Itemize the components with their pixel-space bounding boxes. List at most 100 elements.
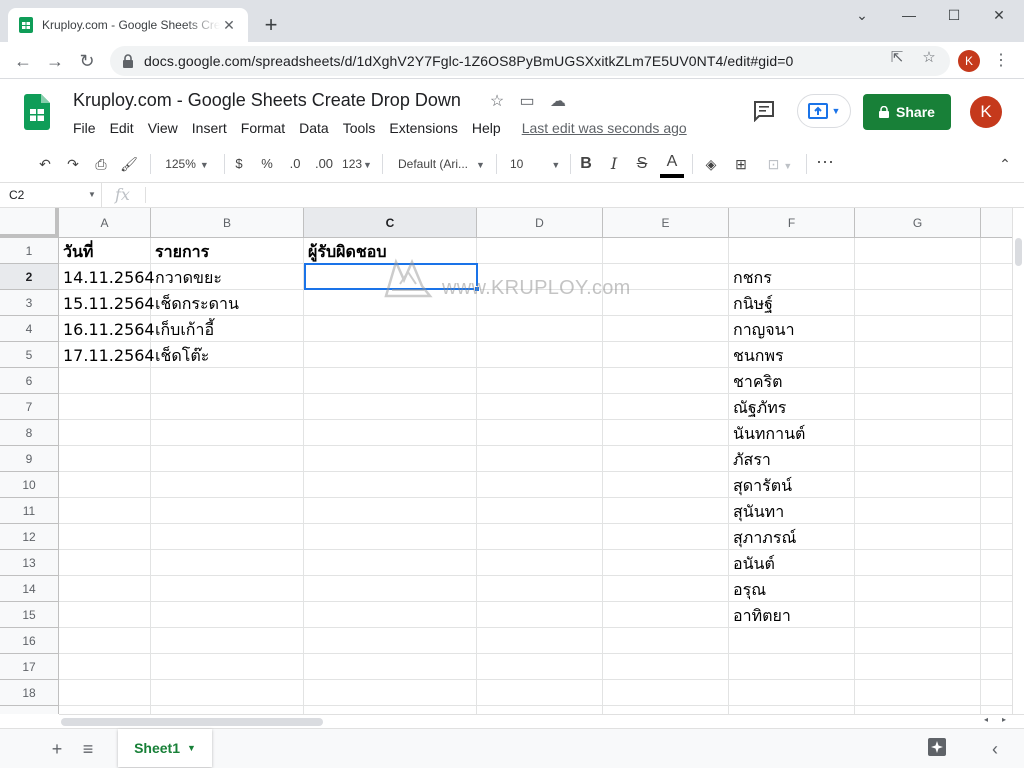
menu-edit[interactable]: Edit	[103, 118, 141, 138]
cell-g16[interactable]	[855, 628, 981, 654]
cell-a19[interactable]	[59, 706, 151, 714]
row-header-9[interactable]: 9	[0, 446, 59, 472]
column-header-b[interactable]: B	[151, 208, 304, 238]
cell-b11[interactable]	[151, 498, 304, 524]
document-title[interactable]: Kruploy.com - Google Sheets Create Drop …	[73, 90, 461, 111]
cell-d13[interactable]	[477, 550, 603, 576]
cell-e14[interactable]	[603, 576, 729, 602]
cell-f8[interactable]: นันทกานต์	[729, 420, 855, 446]
last-edit-link[interactable]: Last edit was seconds ago	[515, 118, 694, 138]
format-percent-button[interactable]: %	[258, 152, 276, 176]
print-icon[interactable]: ⎙	[90, 152, 112, 176]
fill-color-icon[interactable]: ◈	[700, 152, 722, 176]
cell-h4[interactable]	[981, 316, 1012, 342]
cell-g19[interactable]	[855, 706, 981, 714]
cell-h1[interactable]	[981, 238, 1012, 264]
cell-b8[interactable]	[151, 420, 304, 446]
cell-h15[interactable]	[981, 602, 1012, 628]
row-header-7[interactable]: 7	[0, 394, 59, 420]
cell-e6[interactable]	[603, 368, 729, 394]
menu-help[interactable]: Help	[465, 118, 508, 138]
scroll-right-icon[interactable]: ▸	[1002, 715, 1006, 724]
cell-a16[interactable]	[59, 628, 151, 654]
cell-b16[interactable]	[151, 628, 304, 654]
row-header-10[interactable]: 10	[0, 472, 59, 498]
cell-f18[interactable]	[729, 680, 855, 706]
cell-b2[interactable]: กวาดขยะ	[151, 264, 304, 290]
row-header-18[interactable]: 18	[0, 680, 59, 706]
cell-f19[interactable]	[729, 706, 855, 714]
menu-data[interactable]: Data	[292, 118, 336, 138]
row-header-2[interactable]: 2	[0, 264, 59, 290]
cell-f5[interactable]: ชนกพร	[729, 342, 855, 368]
cell-d9[interactable]	[477, 446, 603, 472]
explore-icon[interactable]	[925, 737, 949, 761]
cell-a1[interactable]: วันที่	[59, 238, 151, 264]
bold-button[interactable]: B	[576, 152, 596, 176]
cell-c10[interactable]	[304, 472, 477, 498]
cell-h18[interactable]	[981, 680, 1012, 706]
row-header-8[interactable]: 8	[0, 420, 59, 446]
cell-c6[interactable]	[304, 368, 477, 394]
cell-a12[interactable]	[59, 524, 151, 550]
zoom-select[interactable]: 125% ▼	[158, 152, 216, 176]
cell-f1[interactable]	[729, 238, 855, 264]
cell-a4[interactable]: 16.11.2564	[59, 316, 155, 342]
row-header-16[interactable]: 16	[0, 628, 59, 654]
cloud-status-icon[interactable]: ☁	[548, 92, 568, 112]
cell-d5[interactable]	[477, 342, 603, 368]
browser-tab[interactable]: Kruploy.com - Google Sheets Create Drop …	[8, 8, 248, 42]
comment-history-icon[interactable]	[752, 100, 776, 122]
paint-format-icon[interactable]: 🖌	[118, 152, 140, 176]
cell-c19[interactable]	[304, 706, 477, 714]
cell-h19[interactable]	[981, 706, 1012, 714]
cell-h3[interactable]	[981, 290, 1012, 316]
cell-e11[interactable]	[603, 498, 729, 524]
row-header-6[interactable]: 6	[0, 368, 59, 394]
cell-d12[interactable]	[477, 524, 603, 550]
borders-icon[interactable]: ⊞	[730, 152, 752, 176]
sheet-tab-sheet1[interactable]: Sheet1 ▼	[118, 729, 212, 767]
cell-b9[interactable]	[151, 446, 304, 472]
column-header-e[interactable]: E	[603, 208, 729, 238]
cell-h14[interactable]	[981, 576, 1012, 602]
row-header-15[interactable]: 15	[0, 602, 59, 628]
text-color-button[interactable]: A	[660, 152, 684, 178]
cell-h12[interactable]	[981, 524, 1012, 550]
cell-b4[interactable]: เก็บเก้าอี้	[151, 316, 304, 342]
more-options-icon[interactable]: ···	[814, 152, 836, 176]
cell-h16[interactable]	[981, 628, 1012, 654]
cell-f11[interactable]: สุนันทา	[729, 498, 855, 524]
cell-b7[interactable]	[151, 394, 304, 420]
cell-e5[interactable]	[603, 342, 729, 368]
menu-view[interactable]: View	[141, 118, 185, 138]
row-header-14[interactable]: 14	[0, 576, 59, 602]
account-avatar[interactable]: K	[970, 96, 1002, 128]
row-header-17[interactable]: 17	[0, 654, 59, 680]
cell-h10[interactable]	[981, 472, 1012, 498]
cell-a18[interactable]	[59, 680, 151, 706]
maximize-window-icon[interactable]: ☐	[932, 4, 976, 26]
cell-b5[interactable]: เช็ดโต๊ะ	[151, 342, 304, 368]
cell-d17[interactable]	[477, 654, 603, 680]
cell-d14[interactable]	[477, 576, 603, 602]
cell-e10[interactable]	[603, 472, 729, 498]
cell-a8[interactable]	[59, 420, 151, 446]
collapse-menu-chevron-icon[interactable]: ⌃	[994, 152, 1016, 176]
menu-tools[interactable]: Tools	[336, 118, 383, 138]
cell-h2[interactable]	[981, 264, 1012, 290]
address-bar[interactable]: docs.google.com/spreadsheets/d/1dXghV2Y7…	[110, 46, 950, 76]
column-header-a[interactable]: A	[59, 208, 151, 238]
cell-b17[interactable]	[151, 654, 304, 680]
vertical-scrollbar[interactable]	[1012, 208, 1024, 714]
cell-c11[interactable]	[304, 498, 477, 524]
collapse-side-panel-icon[interactable]: ‹	[983, 737, 1007, 761]
browser-menu-icon[interactable]: ⋮	[993, 50, 1009, 72]
cell-d8[interactable]	[477, 420, 603, 446]
select-all-corner[interactable]	[0, 208, 59, 238]
font-family-select[interactable]: Default (Ari... ▼	[392, 152, 488, 176]
more-formats-select[interactable]: 123▼	[340, 152, 374, 176]
cell-a13[interactable]	[59, 550, 151, 576]
menu-format[interactable]: Format	[234, 118, 292, 138]
cell-f13[interactable]: อนันต์	[729, 550, 855, 576]
